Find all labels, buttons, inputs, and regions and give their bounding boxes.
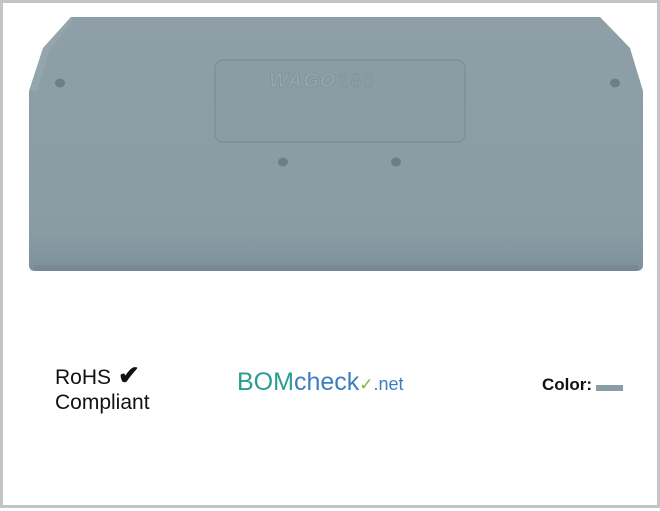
bomcheck-logo: BOMcheck✓.net <box>237 367 404 400</box>
image-frame: WAGO 280 RoHS ✔ Compliant BOMcheck✓.net … <box>0 0 660 508</box>
bomcheck-check-icon: ✓ <box>359 375 374 394</box>
end-plate-image: WAGO 280 <box>29 17 643 271</box>
bomcheck-logo-check: check <box>293 368 360 396</box>
embossed-brand-text: WAGO <box>269 70 336 92</box>
end-plate-body <box>29 17 643 271</box>
hole-left <box>55 78 65 88</box>
bomcheck-logo-bom: BOM <box>237 368 294 396</box>
bomcheck-logo-net: .net <box>373 374 404 394</box>
color-swatch <box>596 385 624 391</box>
compliant-label: Compliant <box>55 391 150 414</box>
embossed-series-text: 280 <box>338 71 376 92</box>
hole-center-right <box>391 157 401 167</box>
color-label: Color: <box>542 375 593 394</box>
color-indicator: Color: <box>542 375 624 395</box>
check-icon: ✔ <box>118 360 140 390</box>
hole-center-left <box>278 157 288 167</box>
hole-right <box>610 78 620 88</box>
rohs-compliant-badge: RoHS ✔ Compliant <box>55 360 150 415</box>
